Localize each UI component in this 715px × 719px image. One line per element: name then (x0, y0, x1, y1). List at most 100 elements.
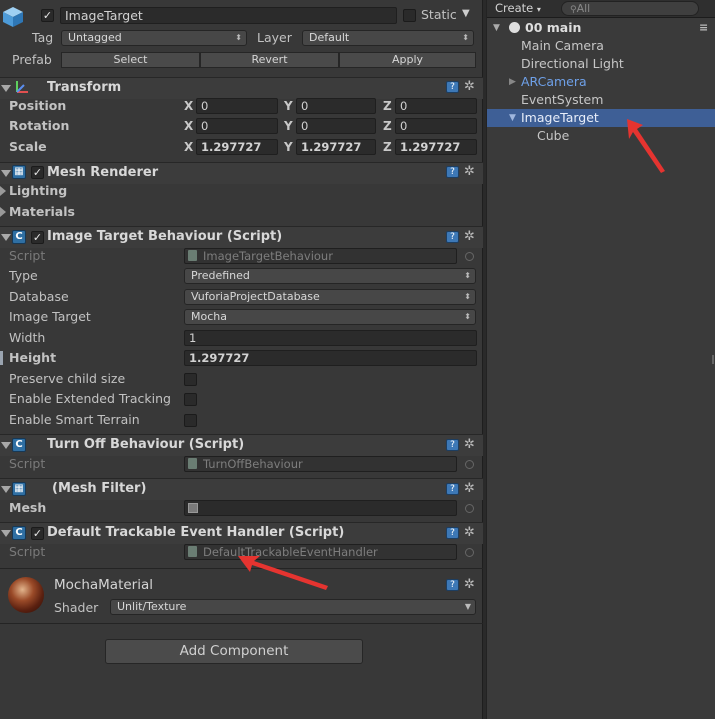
foldout-arrow-icon[interactable]: ▼ (493, 19, 500, 37)
chevron-updown-icon: ⬍ (464, 312, 471, 321)
prefab-apply-button[interactable]: Apply (339, 52, 476, 68)
extended-tracking-label: Enable Extended Tracking (9, 391, 171, 406)
hierarchy-item-eventsystem[interactable]: EventSystem (487, 91, 715, 109)
foldout-arrow-icon[interactable]: ▶ (509, 73, 516, 91)
search-input[interactable]: ⚲All (561, 1, 699, 16)
object-picker-icon[interactable] (465, 548, 474, 557)
gear-icon[interactable]: ✲ (464, 438, 475, 452)
help-book-icon[interactable]: ? (446, 81, 459, 93)
gear-icon[interactable]: ✲ (464, 230, 475, 244)
separator (0, 623, 483, 624)
rotation-z-field[interactable]: 0 (395, 118, 477, 134)
materials-foldout-icon[interactable] (0, 207, 6, 217)
gameobject-name-field[interactable]: ImageTarget (60, 7, 397, 24)
width-field[interactable]: 1 (184, 330, 477, 346)
static-checkbox[interactable] (403, 9, 416, 22)
image-target-enabled-checkbox[interactable]: ✓ (31, 231, 44, 244)
foldout-arrow-icon[interactable] (1, 486, 11, 493)
help-book-icon[interactable]: ? (446, 166, 459, 178)
foldout-arrow-icon[interactable] (1, 530, 11, 537)
script-icon: C (12, 526, 26, 540)
position-y-field[interactable]: 0 (296, 98, 376, 114)
hierarchy-item-main-camera[interactable]: Main Camera (487, 37, 715, 55)
static-dropdown-icon[interactable]: ▼ (462, 8, 470, 19)
hierarchy-item-imagetarget[interactable]: ▼ ImageTarget (487, 109, 715, 127)
gear-icon[interactable]: ✲ (464, 482, 475, 496)
help-book-icon[interactable]: ? (446, 231, 459, 243)
scroll-handle[interactable] (712, 355, 714, 364)
prefab-select-button[interactable]: Select (61, 52, 200, 68)
script-label: Script (9, 544, 46, 559)
help-book-icon[interactable]: ? (446, 439, 459, 451)
script-file-icon (188, 250, 197, 261)
gear-icon[interactable]: ✲ (464, 165, 475, 179)
image-target-label: Image Target (9, 309, 91, 324)
tag-dropdown[interactable]: Untagged ⬍ (61, 30, 247, 46)
lighting-foldout-icon[interactable] (0, 186, 6, 196)
transform-title: Transform (47, 80, 122, 95)
gear-icon[interactable]: ✲ (464, 526, 475, 540)
object-picker-icon[interactable] (465, 252, 474, 261)
script-file-icon (188, 546, 197, 557)
gear-icon[interactable]: ✲ (464, 578, 475, 592)
lighting-label[interactable]: Lighting (9, 183, 67, 199)
help-book-icon[interactable]: ? (446, 579, 459, 591)
foldout-arrow-icon[interactable] (1, 442, 11, 449)
materials-label[interactable]: Materials (9, 204, 75, 220)
material-preview-icon[interactable] (8, 577, 44, 613)
type-label: Type (9, 268, 38, 283)
extended-tracking-checkbox[interactable] (184, 393, 197, 406)
chevron-updown-icon: ⬍ (462, 33, 469, 42)
mesh-filter-icon: ▦ (12, 482, 26, 496)
object-picker-icon[interactable] (465, 504, 474, 513)
type-dropdown[interactable]: Predefined ⬍ (184, 268, 476, 284)
rotation-y-field[interactable]: 0 (296, 118, 376, 134)
script-label: Script (9, 248, 46, 263)
mesh-renderer-enabled-checkbox[interactable]: ✓ (31, 166, 44, 179)
help-book-icon[interactable]: ? (446, 483, 459, 495)
smart-terrain-checkbox[interactable] (184, 414, 197, 427)
default-trackable-enabled-checkbox[interactable]: ✓ (31, 527, 44, 540)
preserve-child-size-checkbox[interactable] (184, 373, 197, 386)
scale-x-field[interactable]: 1.297727 (196, 139, 278, 155)
help-book-icon[interactable]: ? (446, 527, 459, 539)
material-name: MochaMaterial (54, 577, 154, 593)
position-x-field[interactable]: 0 (196, 98, 278, 114)
unity-scene-icon (509, 22, 520, 33)
height-field[interactable]: 1.297727 (184, 350, 477, 366)
hierarchy-item-arcamera[interactable]: ▶ ARCamera (487, 73, 715, 91)
create-dropdown[interactable]: Create ▾ (495, 1, 541, 16)
rotation-z-axis: Z (383, 119, 392, 133)
scale-z-field[interactable]: 1.297727 (395, 139, 477, 155)
height-label: Height (9, 350, 57, 365)
foldout-arrow-icon[interactable] (1, 170, 11, 177)
image-target-dropdown[interactable]: Mocha ⬍ (184, 309, 476, 325)
search-icon: ⚲ (570, 5, 577, 15)
scene-menu-icon[interactable]: ≡ (699, 19, 708, 37)
foldout-arrow-icon[interactable]: ▼ (509, 109, 516, 127)
height-prefab-override-marker (0, 351, 3, 365)
annotation-arrow (625, 117, 675, 175)
mesh-field[interactable] (184, 500, 457, 516)
object-picker-icon[interactable] (465, 460, 474, 469)
position-z-axis: Z (383, 99, 392, 113)
foldout-arrow-icon[interactable] (1, 85, 11, 92)
rotation-x-field[interactable]: 0 (196, 118, 278, 134)
foldout-arrow-icon[interactable] (1, 234, 11, 241)
add-component-button[interactable]: Add Component (105, 639, 363, 664)
scene-row[interactable]: ▼ 00 main ≡ (487, 19, 715, 37)
database-dropdown[interactable]: VuforiaProjectDatabase ⬍ (184, 289, 476, 305)
hierarchy-item-directional-light[interactable]: Directional Light (487, 55, 715, 73)
script-icon: C (12, 230, 26, 244)
hierarchy-item-cube[interactable]: Cube (487, 127, 715, 145)
scale-y-field[interactable]: 1.297727 (296, 139, 376, 155)
layer-dropdown[interactable]: Default ⬍ (302, 30, 474, 46)
panel-splitter[interactable] (483, 0, 486, 719)
inspector-panel: ✓ ImageTarget Static ▼ Tag Untagged ⬍ Lay… (0, 0, 483, 719)
position-z-field[interactable]: 0 (395, 98, 477, 114)
shader-dropdown[interactable]: Unlit/Texture ▼ (110, 599, 476, 615)
prefab-revert-button[interactable]: Revert (200, 52, 339, 68)
mesh-asset-icon (188, 503, 198, 513)
gear-icon[interactable]: ✲ (464, 80, 475, 94)
active-checkbox[interactable]: ✓ (41, 9, 54, 22)
